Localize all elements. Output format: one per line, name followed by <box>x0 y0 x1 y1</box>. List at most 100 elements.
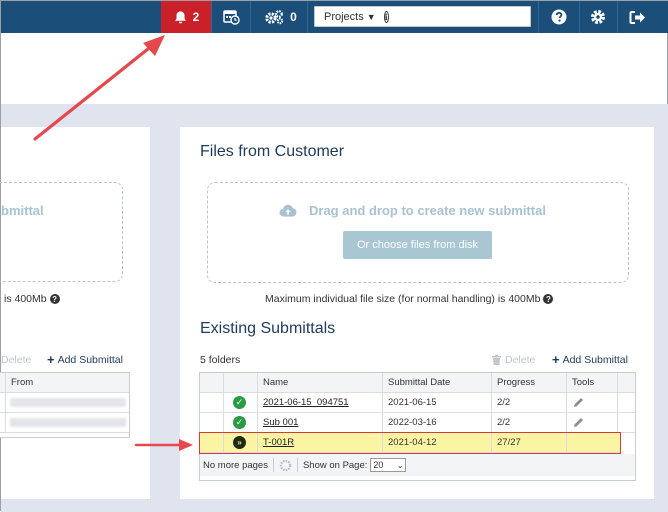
in-progress-icon: » <box>233 436 246 449</box>
header-from: From <box>11 377 34 388</box>
logout-icon <box>629 10 645 24</box>
pager-status: No more pages <box>203 459 268 471</box>
notifications-button[interactable]: 2 <box>161 1 211 33</box>
submittal-date: 2022-03-16 <box>383 413 492 432</box>
redacted-value <box>10 398 126 407</box>
max-size-note: Maximum individual file size (for normal… <box>265 293 554 305</box>
status-cell: » <box>224 433 258 452</box>
bell-icon <box>174 10 186 23</box>
header-cell <box>618 373 635 392</box>
check-circle-icon: ✓ <box>233 416 246 429</box>
submittal-date: 2021-04-12 <box>383 433 492 452</box>
add-submittal-button[interactable]: + Add Submittal <box>552 353 628 366</box>
header-submittal-date[interactable]: Submittal Date <box>383 373 492 392</box>
header-select <box>200 373 224 392</box>
divider <box>617 1 618 33</box>
divider <box>307 1 308 33</box>
header-name[interactable]: Name <box>258 373 383 392</box>
schedule-button[interactable] <box>215 1 247 33</box>
delete-button[interactable]: Delete <box>492 354 535 366</box>
divider <box>211 1 212 33</box>
table-header: Name Submittal Date Progress Tools <box>200 373 635 393</box>
pencil-icon[interactable] <box>573 417 584 428</box>
status-cell: ✓ <box>224 413 258 432</box>
submittal-name-link[interactable]: T-001R <box>258 433 383 452</box>
submittal-date: 2021-06-15 <box>383 393 492 412</box>
files-from-customer-title: Files from Customer <box>200 143 345 160</box>
page-size-select[interactable]: 20 ⌄ <box>370 458 407 472</box>
table-row[interactable] <box>0 413 129 433</box>
caret-down-icon[interactable]: ▼ <box>367 12 376 22</box>
trash-icon <box>492 355 501 365</box>
help-button[interactable] <box>543 1 575 33</box>
notification-count: 2 <box>192 10 200 24</box>
table-row[interactable] <box>0 393 129 413</box>
search-scope-select[interactable]: Projects <box>324 11 364 23</box>
table-row-highlighted[interactable]: » T-001R 2021-04-12 27/27 <box>199 432 621 454</box>
logout-button[interactable] <box>621 1 653 33</box>
help-icon[interactable]: ? <box>49 294 60 304</box>
search-bar: Projects ▼ i <box>314 6 539 27</box>
plus-icon: + <box>47 352 55 367</box>
pencil-icon[interactable] <box>573 397 584 408</box>
left-delete-label: Delete <box>1 354 32 366</box>
max-size-text: Maximum individual file size (for normal… <box>265 293 541 305</box>
page-size-value: 20 <box>373 460 384 470</box>
tools-cell <box>567 433 618 452</box>
choose-files-button[interactable]: Or choose files from disk <box>343 231 492 259</box>
table-cell <box>618 413 635 432</box>
divider <box>250 1 251 33</box>
refresh-icon[interactable] <box>279 459 292 472</box>
settings-button[interactable] <box>583 1 613 33</box>
left-max-size-text: is 400Mb <box>4 293 47 305</box>
table-row[interactable]: ✓ Sub 001 2022-03-16 2/2 <box>200 413 635 433</box>
divider <box>538 1 539 33</box>
calendar-clock-icon <box>222 10 240 25</box>
status-cell: ✓ <box>224 393 258 412</box>
row-select-cell[interactable] <box>200 393 224 412</box>
header-status <box>224 373 258 392</box>
submittal-name-link[interactable]: 2021-06-15_094751 <box>258 393 383 412</box>
header-tools: Tools <box>567 373 618 392</box>
delete-label: Delete <box>505 354 536 366</box>
submittal-progress: 2/2 <box>492 393 567 412</box>
help-icon <box>551 9 567 25</box>
show-on-page-label: Show on Page: <box>302 459 368 471</box>
background-tasks-button[interactable]: 0 <box>257 1 303 33</box>
gears-icon <box>265 10 284 25</box>
tools-cell <box>567 393 618 412</box>
row-select-cell[interactable] <box>200 413 224 432</box>
left-dropzone[interactable] <box>0 182 123 282</box>
divider <box>272 458 274 472</box>
add-submittal-label: Add Submittal <box>562 354 628 366</box>
table-header: From <box>0 373 129 393</box>
divider <box>296 458 298 472</box>
settings-icon <box>591 10 605 24</box>
existing-submittals-title: Existing Submittals <box>200 320 336 337</box>
table-cell <box>618 393 635 412</box>
row-select-cell[interactable] <box>200 433 224 452</box>
cloud-upload-icon <box>279 204 297 217</box>
table-cell <box>0 413 6 432</box>
left-panel: bmittal is 400Mb ? Delete + Add Submitta… <box>0 127 150 499</box>
redacted-value <box>10 418 126 427</box>
left-add-submittal-button[interactable]: + Add Submittal <box>47 352 123 367</box>
search-input[interactable] <box>392 8 539 25</box>
left-add-submittal-label: Add Submittal <box>57 354 123 366</box>
top-navigation-bar: 2 0 Projects ▼ i <box>1 1 668 33</box>
left-delete-button[interactable]: Delete <box>1 354 31 366</box>
folder-count: 5 folders <box>200 354 241 366</box>
help-icon[interactable]: ? <box>543 294 554 304</box>
check-circle-icon: ✓ <box>233 396 246 409</box>
dropzone-label: Drag and drop to create new submittal <box>279 203 546 218</box>
tools-cell <box>567 413 618 432</box>
left-max-size-note: is 400Mb ? <box>4 293 60 305</box>
divider <box>579 1 580 33</box>
submittal-progress: 2/2 <box>492 413 567 432</box>
chevron-down-icon: ⌄ <box>396 460 404 470</box>
submittal-name-link[interactable]: Sub 001 <box>258 413 383 432</box>
table-pager: No more pages Show on Page: 20 ⌄ <box>200 454 635 476</box>
table-row[interactable]: ✓ 2021-06-15_094751 2021-06-15 2/2 <box>200 393 635 413</box>
info-icon[interactable]: i <box>383 10 389 23</box>
header-progress[interactable]: Progress <box>492 373 567 392</box>
